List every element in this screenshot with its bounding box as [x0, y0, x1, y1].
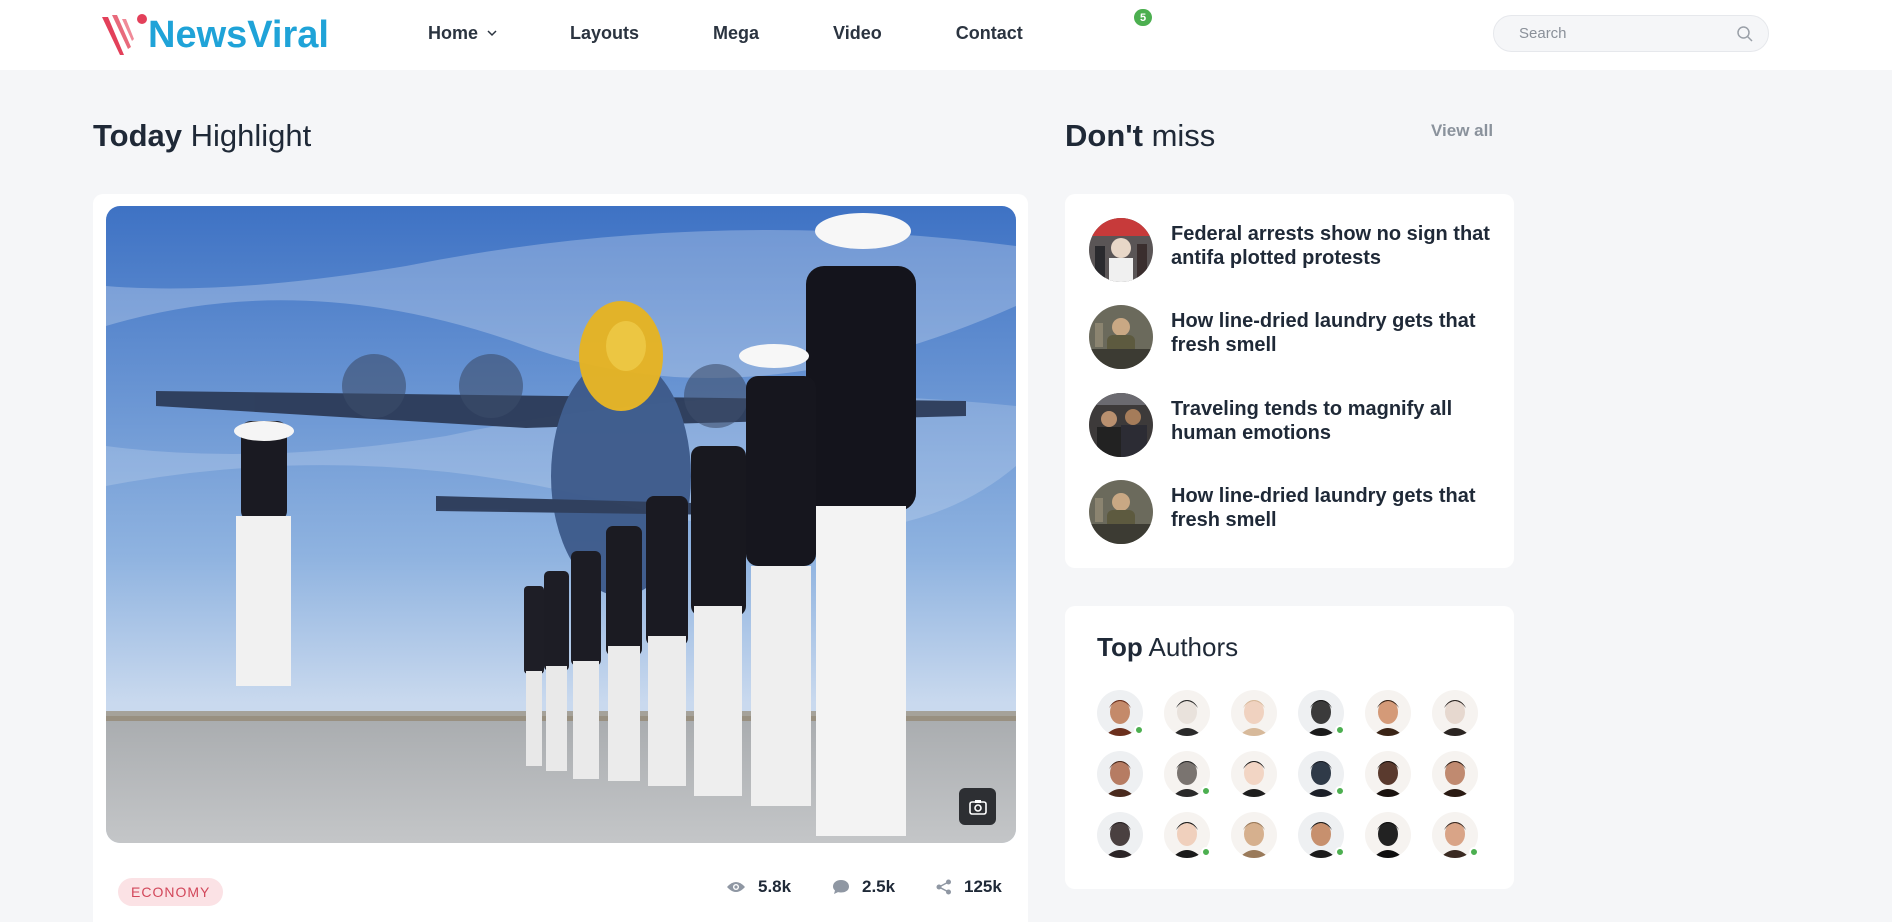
avatar-photo [1231, 812, 1277, 858]
online-status-dot [1201, 847, 1211, 857]
nav-layouts-label: Layouts [570, 22, 640, 43]
author-avatar[interactable] [1365, 690, 1411, 736]
avatar-photo [1365, 751, 1411, 797]
article-title: How line-dried laundry gets that fresh s… [1171, 310, 1476, 356]
author-avatar[interactable] [1365, 751, 1411, 797]
highlight-card[interactable]: ECONOMY 5.8k 2.5k 125k [93, 194, 1028, 922]
avatar-photo [1432, 751, 1478, 797]
title-rest: Authors [1148, 632, 1239, 662]
nav-home[interactable]: Home [428, 23, 498, 44]
chevron-down-icon [487, 30, 497, 37]
search-box [1493, 15, 1769, 52]
view-all-link[interactable]: View all [1431, 121, 1493, 141]
search-input[interactable] [1519, 25, 1736, 42]
dont-miss-title: Don't miss [1065, 118, 1215, 154]
article-thumbnail [1089, 393, 1153, 457]
author-avatar[interactable] [1432, 690, 1478, 736]
author-avatar[interactable] [1097, 812, 1143, 858]
author-avatar[interactable] [1164, 812, 1211, 858]
eye-icon [727, 882, 745, 892]
author-avatar[interactable] [1365, 812, 1411, 858]
author-avatar[interactable] [1164, 690, 1210, 736]
nav-video-label: Video [833, 22, 882, 43]
author-avatar[interactable] [1298, 690, 1345, 736]
article-thumbnail [1089, 218, 1153, 282]
title-rest: miss [1151, 118, 1216, 153]
highlight-photo [106, 206, 1016, 843]
highlight-image[interactable] [106, 206, 1016, 843]
today-highlight-title: Today Highlight [93, 118, 311, 154]
comments-count: 2.5k [862, 877, 896, 896]
author-avatar[interactable] [1298, 751, 1345, 797]
nav-contact-label: Contact [955, 22, 1023, 43]
article-thumbnail [1089, 305, 1153, 369]
author-avatar[interactable] [1231, 751, 1277, 797]
search-icon[interactable] [1736, 25, 1754, 43]
online-status-dot [1335, 847, 1345, 857]
brand-name: NewsViral [148, 13, 329, 56]
avatar-photo [1097, 812, 1143, 858]
views-count: 5.8k [758, 877, 792, 896]
online-status-dot [1469, 847, 1479, 857]
title-bold: Top [1097, 632, 1143, 662]
avatar-photo [1365, 690, 1411, 736]
site-header: NewsViral Home Layouts Mega Video Contac… [0, 0, 1892, 70]
nav-contact[interactable]: Contact [956, 23, 1023, 44]
list-item[interactable]: How line-dried laundry gets that fresh s… [1089, 305, 1509, 371]
avatar-photo [1097, 751, 1143, 797]
author-avatar[interactable] [1097, 690, 1144, 736]
author-avatar[interactable] [1432, 812, 1479, 858]
author-avatar[interactable] [1231, 690, 1277, 736]
avatar-photo [1231, 690, 1277, 736]
camera-button[interactable] [959, 788, 996, 825]
list-item[interactable]: Federal arrests show no sign that antifa… [1089, 218, 1509, 284]
article-title: How line-dried laundry gets that fresh s… [1171, 485, 1476, 531]
avatar-photo [1231, 751, 1277, 797]
author-avatar[interactable] [1231, 812, 1277, 858]
author-avatar[interactable] [1164, 751, 1211, 797]
online-status-dot [1134, 725, 1144, 735]
list-item[interactable]: How line-dried laundry gets that fresh s… [1089, 480, 1509, 546]
avatar-photo [1432, 690, 1478, 736]
share-icon [936, 879, 951, 895]
top-authors-title: Top Authors [1097, 632, 1238, 663]
main-nav: Home Layouts Mega Video Contact [400, 0, 1023, 66]
dont-miss-card: Federal arrests show no sign that antifa… [1065, 194, 1514, 568]
article-title: Federal arrests show no sign that antifa… [1171, 223, 1490, 269]
title-rest: Highlight [190, 118, 312, 153]
camera-icon [968, 799, 987, 815]
avatar-photo [1365, 812, 1411, 858]
online-status-dot [1201, 786, 1211, 796]
comments-stat: 2.5k [832, 877, 895, 897]
views-stat: 5.8k [726, 877, 791, 897]
online-status-dot [1335, 725, 1345, 735]
nav-home-label: Home [428, 22, 479, 43]
shares-stat: 125k [936, 877, 1002, 897]
author-avatar[interactable] [1298, 812, 1345, 858]
comment-icon [833, 880, 849, 894]
article-title: Traveling tends to magnify all human emo… [1171, 398, 1453, 444]
article-thumbnail [1089, 480, 1153, 544]
shares-count: 125k [964, 877, 1002, 896]
nav-video[interactable]: Video [833, 23, 882, 44]
top-authors-card: Top Authors [1065, 606, 1514, 889]
author-avatar[interactable] [1432, 751, 1478, 797]
list-item[interactable]: Traveling tends to magnify all human emo… [1089, 393, 1509, 459]
category-tag[interactable]: ECONOMY [118, 878, 224, 906]
title-bold: Today [93, 118, 182, 153]
brand-logo[interactable]: NewsViral [98, 10, 329, 60]
title-bold: Don't [1065, 118, 1143, 153]
nav-mega[interactable]: Mega [713, 23, 759, 44]
logo-mark-icon [102, 14, 147, 55]
nav-layouts[interactable]: Layouts [570, 23, 639, 44]
nav-mega-label: Mega [713, 22, 760, 43]
online-status-dot [1335, 786, 1345, 796]
author-avatar[interactable] [1097, 751, 1143, 797]
avatar-photo [1164, 690, 1210, 736]
notification-badge[interactable]: 5 [1134, 9, 1152, 26]
